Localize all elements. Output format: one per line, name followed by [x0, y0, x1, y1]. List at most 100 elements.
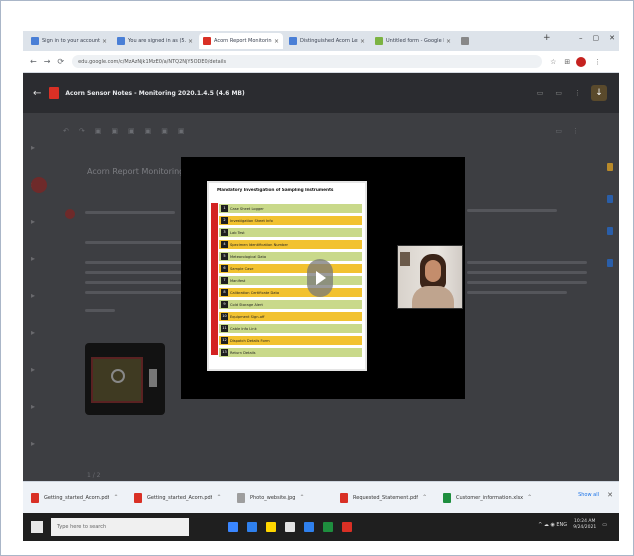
download-options-icon[interactable]: ⌃: [527, 494, 532, 501]
download-item[interactable]: Customer_information.xlsx ⌃: [443, 488, 538, 508]
slide-list-item: 12 Dispatch Details Form: [219, 336, 362, 345]
clock[interactable]: 10:24 AM 9/24/2021: [573, 519, 596, 531]
close-tab-icon[interactable]: ×: [188, 38, 193, 45]
forward-arrow-icon[interactable]: →: [44, 57, 51, 66]
rail-icon[interactable]: ▸: [31, 328, 35, 337]
download-item[interactable]: Getting_started_Acorn.pdf ⌃: [31, 488, 126, 508]
presenter-body: [412, 286, 454, 308]
taskbar-app-icon[interactable]: [304, 522, 314, 532]
comment-icon[interactable]: ▣: [178, 127, 185, 135]
print-icon[interactable]: ▣: [95, 127, 102, 135]
download-item[interactable]: Getting_started_Acorn.pdf ⌃: [134, 488, 229, 508]
more-icon[interactable]: ⋮: [572, 127, 579, 135]
slide-list-item: 2 Investigation Sheet Info: [219, 216, 362, 225]
taskbar-app-icon[interactable]: [285, 522, 295, 532]
more-icon[interactable]: ⋮: [574, 89, 581, 97]
download-item[interactable]: Requested_Statement.pdf ⌃: [340, 488, 435, 508]
close-downloads-icon[interactable]: ✕: [607, 491, 613, 499]
download-options-icon[interactable]: ⌃: [113, 494, 118, 501]
viewer-header: ← Acorn Sensor Notes - Monitoring 2020.1…: [23, 73, 619, 113]
download-button[interactable]: ↓: [591, 85, 607, 101]
browser-tab[interactable]: Sign in to your account (SCORM)×: [27, 33, 111, 49]
taskbar-search-input[interactable]: Type here to search: [51, 518, 189, 536]
browser-tab[interactable]: [457, 33, 487, 49]
avatar: [65, 209, 75, 219]
tab-label: Acorn Report Monitoring: [214, 38, 272, 44]
tray-icons[interactable]: ^ ☁ ◉ ENG: [538, 522, 567, 528]
rail-icon[interactable]: ▸: [31, 365, 35, 374]
maximize-button[interactable]: ▢: [593, 34, 600, 42]
taskbar-app-icon[interactable]: [266, 522, 276, 532]
back-arrow-icon[interactable]: ←: [33, 88, 41, 99]
download-filename: Getting_started_Acorn.pdf: [44, 494, 110, 501]
show-all-downloads-link[interactable]: Show all: [578, 492, 599, 498]
keep-icon[interactable]: [607, 163, 613, 171]
rail-icon[interactable]: ▸: [31, 254, 35, 263]
tab-label: Untitled form - Google Fo: [386, 38, 444, 44]
slide-item-text: Dispatch Details Form: [230, 338, 270, 343]
link-icon[interactable]: ▣: [161, 127, 168, 135]
undo-icon[interactable]: ↶: [63, 127, 69, 135]
rail-icon[interactable]: ▸: [31, 291, 35, 300]
url-input[interactable]: edu.google.com/c/MzAzNjk1MzE0/a/NTQ2NjY5…: [72, 55, 543, 68]
format-icon[interactable]: ▣: [111, 127, 118, 135]
menu-kebab-icon[interactable]: ⋮: [594, 58, 601, 66]
tab-favicon-icon: [117, 37, 125, 45]
back-arrow-icon[interactable]: ←: [30, 57, 37, 66]
close-tab-icon[interactable]: ×: [274, 38, 279, 45]
rail-icon[interactable]: ▸: [31, 217, 35, 226]
close-window-button[interactable]: ✕: [609, 34, 615, 42]
slide-item-text: Equipment Sign-off: [230, 314, 265, 319]
bold-icon[interactable]: ▣: [128, 127, 135, 135]
extensions-icon[interactable]: ⊞: [564, 58, 570, 66]
star-icon[interactable]: ☆: [550, 58, 556, 66]
tasks-icon[interactable]: [607, 195, 613, 203]
browser-tab[interactable]: Untitled form - Google Fo ×: [371, 33, 455, 49]
italic-icon[interactable]: ▣: [145, 127, 152, 135]
play-button[interactable]: [307, 259, 333, 297]
rail-icon[interactable]: ▸: [31, 439, 35, 448]
rail-icon[interactable]: ▸: [31, 402, 35, 411]
minimize-button[interactable]: –: [579, 34, 583, 42]
reload-icon[interactable]: ⟳: [57, 57, 64, 66]
taskbar-app-icon[interactable]: [247, 522, 257, 532]
close-tab-icon[interactable]: ×: [102, 38, 107, 45]
download-filename: Requested_Statement.pdf: [353, 494, 419, 501]
browser-tab[interactable]: Distinguished Acorn Lessons×: [285, 33, 369, 49]
contacts-icon[interactable]: [607, 227, 613, 235]
download-options-icon[interactable]: ⌃: [216, 494, 221, 501]
close-tab-icon[interactable]: ×: [446, 38, 451, 45]
download-item[interactable]: Photo_website.jpg ⌃: [237, 488, 332, 508]
right-rail: [607, 163, 613, 267]
download-options-icon[interactable]: ⌃: [299, 494, 304, 501]
window-controls: – ▢ ✕: [579, 34, 615, 42]
taskbar-app-icon[interactable]: [342, 522, 352, 532]
taskbar-app-icon[interactable]: [323, 522, 333, 532]
slide-item-text: Case Sheet Logger: [230, 206, 264, 211]
download-options-icon[interactable]: ⌃: [422, 494, 427, 501]
open-with-icon[interactable]: ▭: [555, 89, 562, 97]
video-player[interactable]: Mandatory Investigation of Sampling Inst…: [181, 157, 465, 399]
browser-tab[interactable]: You are signed in as (5.5K)×: [113, 33, 197, 49]
tab-label: You are signed in as (5.5K): [128, 38, 186, 44]
avatar: [31, 177, 47, 193]
slide-item-text: Return Details: [230, 350, 256, 355]
video-thumbnail[interactable]: [85, 343, 165, 415]
notifications-icon[interactable]: ▭: [602, 522, 607, 528]
zoom-icon[interactable]: ▭: [555, 127, 562, 135]
slide-item-text: Investigation Sheet Info: [230, 218, 273, 223]
taskbar-app-icon[interactable]: [228, 522, 238, 532]
profile-avatar[interactable]: [576, 56, 587, 67]
maps-icon[interactable]: [607, 259, 613, 267]
screen: + – ▢ ✕ Sign in to your account (SCORM)×…: [0, 0, 634, 556]
slide-list-item: 3 Lab Test: [219, 228, 362, 237]
new-tab-button[interactable]: +: [543, 33, 551, 43]
tab-label: Sign in to your account (SCORM): [42, 38, 100, 44]
close-tab-icon[interactable]: ×: [360, 38, 365, 45]
browser-tab[interactable]: Acorn Report Monitoring ×: [199, 33, 283, 49]
windows-start-icon[interactable]: [31, 521, 43, 533]
redo-icon[interactable]: ↷: [79, 127, 85, 135]
print-icon[interactable]: ▭: [537, 89, 544, 97]
rail-icon[interactable]: ▸: [31, 143, 35, 152]
presentation-slide: Mandatory Investigation of Sampling Inst…: [207, 181, 367, 371]
